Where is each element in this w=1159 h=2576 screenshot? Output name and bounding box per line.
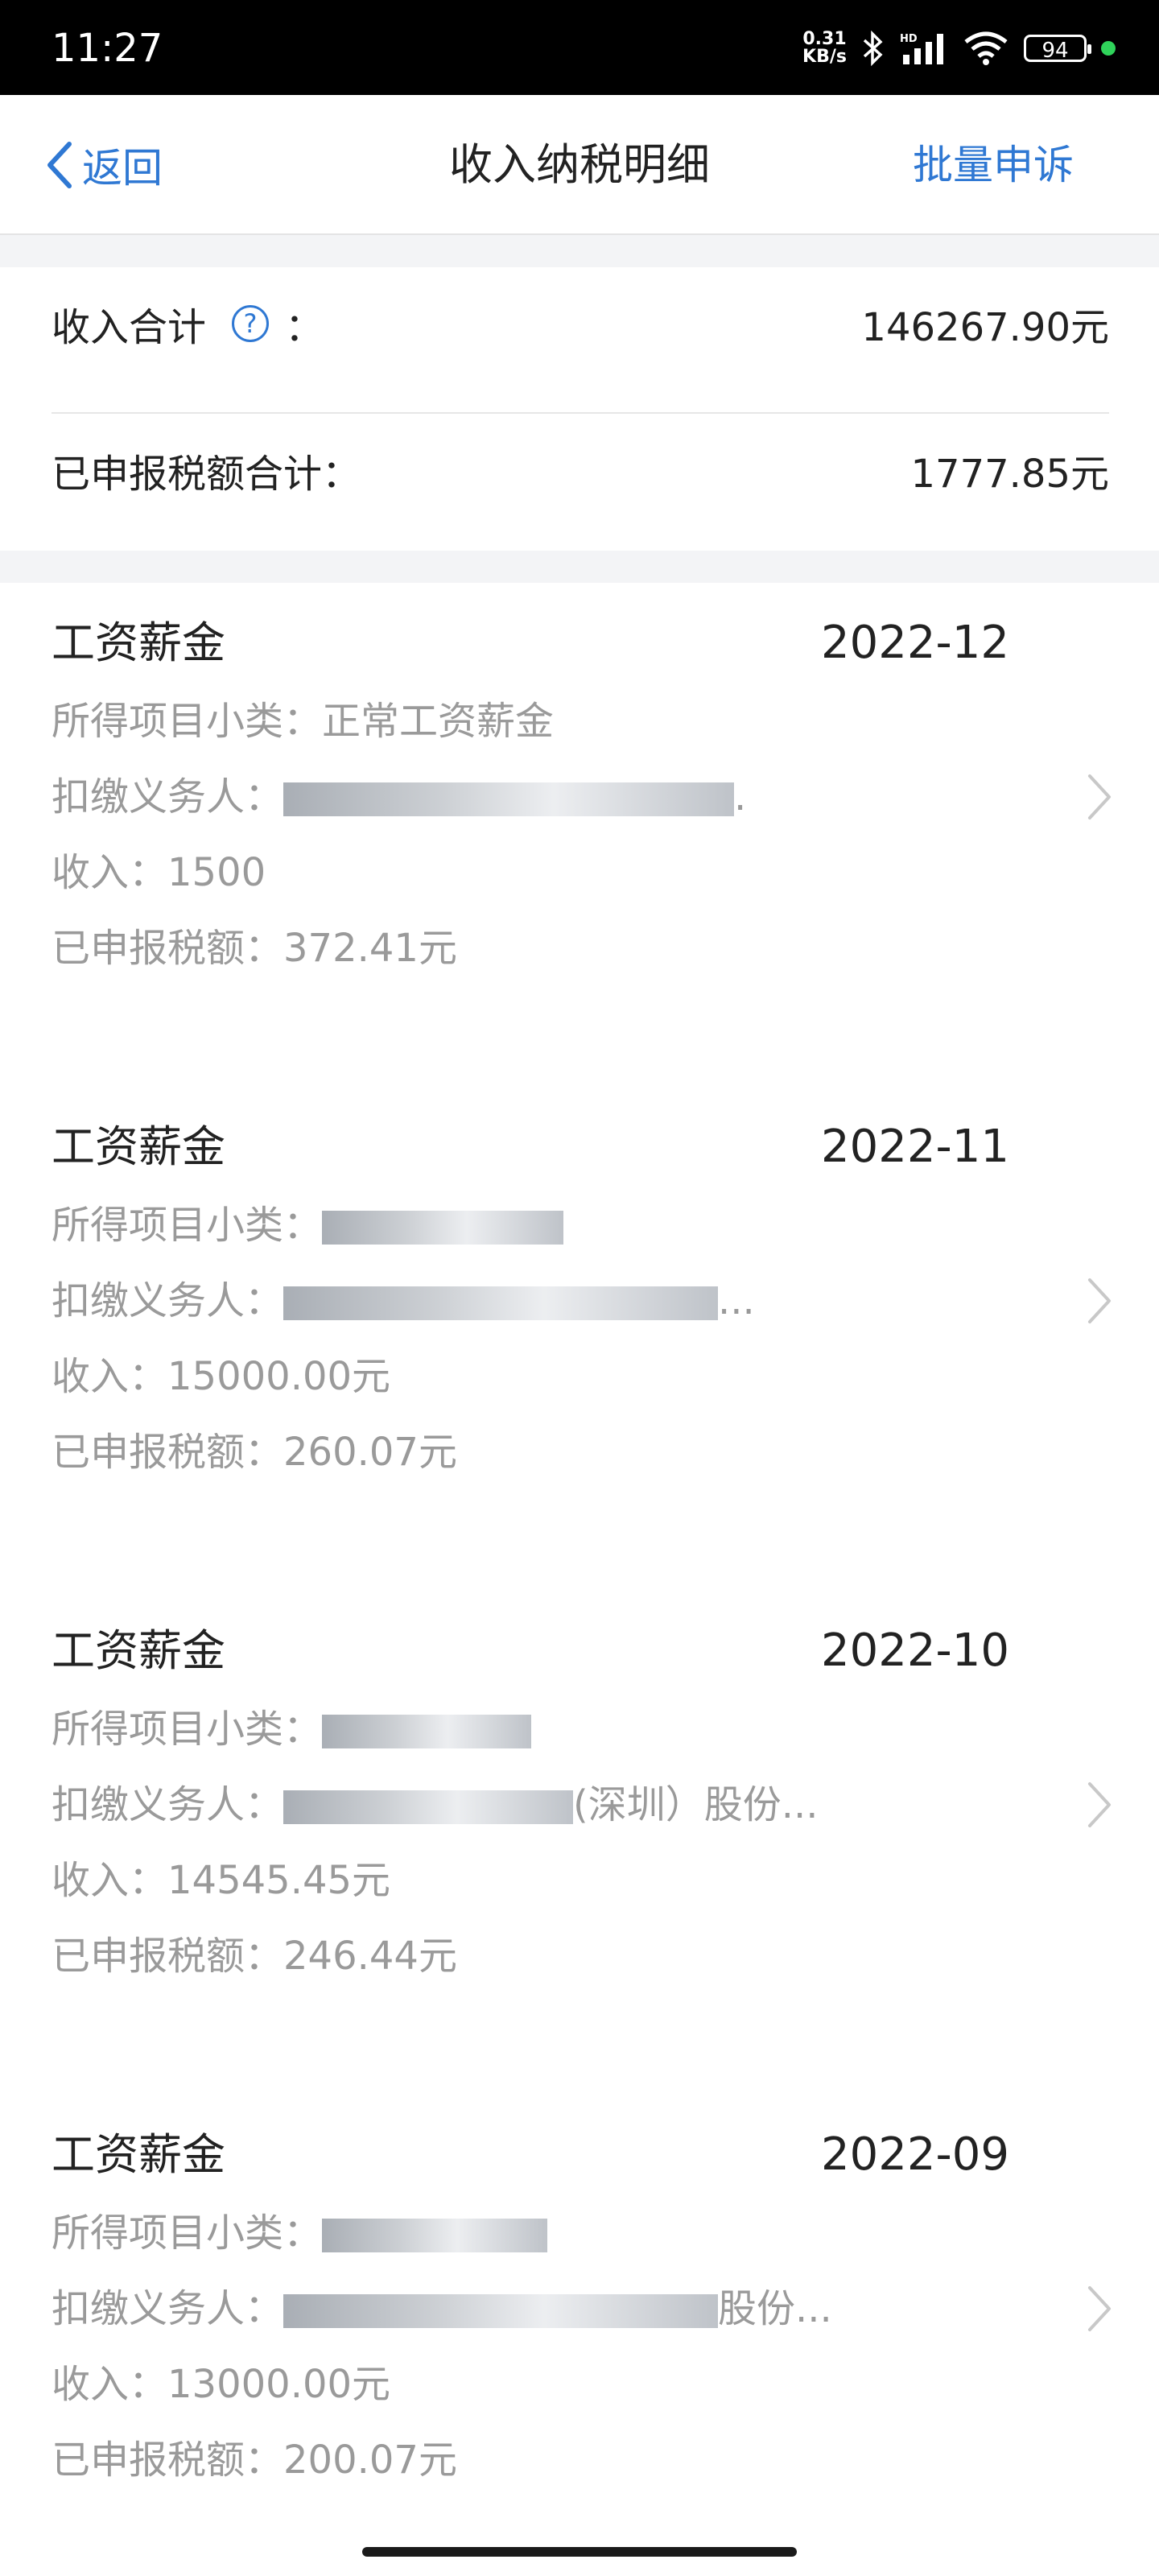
record-tax: 已申报税额：246.44元 bbox=[52, 1934, 457, 1979]
nav-bar: 返回 收入纳税明细 批量申诉 bbox=[0, 95, 1159, 235]
income-total-label: 收入合计 bbox=[52, 305, 207, 350]
record-subtype: 所得项目小类：正常工资薪金 bbox=[52, 699, 555, 744]
status-icons: 0.31 KB/s HD 94 bbox=[802, 24, 1116, 72]
privacy-dot-icon bbox=[1101, 41, 1116, 56]
record-income: 收入：13000.00元 bbox=[52, 2362, 391, 2407]
record-payer: 扣缴义务人： (深圳）股份... bbox=[52, 1782, 819, 1827]
section-divider bbox=[0, 235, 1159, 267]
chevron-right-icon bbox=[1088, 1782, 1111, 1827]
record-title: 工资薪金 bbox=[52, 617, 225, 668]
income-total-colon: ： bbox=[285, 305, 324, 350]
bluetooth-icon bbox=[863, 31, 883, 66]
tax-total-value: 1777.85元 bbox=[910, 452, 1110, 497]
record-income: 收入：1500 bbox=[52, 850, 266, 895]
record-tax: 已申报税额：260.07元 bbox=[52, 1430, 457, 1475]
batch-appeal-button[interactable]: 批量申诉 bbox=[913, 137, 1074, 193]
home-indicator[interactable] bbox=[362, 2547, 797, 2557]
record-date: 2022-10 bbox=[821, 1624, 1009, 1677]
income-total-row: 收入合计 ? ： 146267.90元 bbox=[52, 267, 1109, 380]
record-title: 工资薪金 bbox=[52, 1625, 225, 1676]
redacted-block bbox=[322, 1211, 564, 1245]
record-subtype: 所得项目小类： bbox=[52, 1201, 564, 1249]
income-record[interactable]: 工资薪金 2022-09 所得项目小类： 扣缴义务人： 股份... 收入：1300… bbox=[0, 2095, 1159, 2562]
record-income: 收入：14545.45元 bbox=[52, 1858, 391, 1903]
redacted-block bbox=[322, 1715, 532, 1748]
record-date: 2022-12 bbox=[821, 617, 1009, 669]
income-record[interactable]: 工资薪金 2022-11 所得项目小类： 扣缴义务人：... 收入：15000.… bbox=[0, 1087, 1159, 1554]
network-speed: 0.31 KB/s bbox=[802, 29, 847, 67]
record-tax: 已申报税额：372.41元 bbox=[52, 926, 457, 971]
status-bar: 11:27 0.31 KB/s HD 94 bbox=[0, 0, 1159, 95]
signal-icon: HD bbox=[900, 33, 943, 64]
record-title: 工资薪金 bbox=[52, 2129, 225, 2180]
help-icon[interactable]: ? bbox=[232, 305, 270, 342]
record-date: 2022-09 bbox=[821, 2128, 1009, 2181]
record-payer: 扣缴义务人：. bbox=[52, 774, 747, 819]
redacted-block bbox=[283, 2294, 719, 2328]
record-subtype: 所得项目小类： bbox=[52, 2209, 548, 2257]
tax-total-label: 已申报税额合计： bbox=[52, 452, 361, 497]
redacted-block bbox=[283, 782, 735, 816]
chevron-right-icon bbox=[1088, 774, 1111, 819]
record-income: 收入：15000.00元 bbox=[52, 1354, 391, 1399]
redacted-block bbox=[283, 1790, 574, 1824]
redacted-block bbox=[283, 1286, 719, 1320]
tax-total-row: 已申报税额合计： 1777.85元 bbox=[52, 414, 1109, 526]
status-time: 11:27 bbox=[52, 26, 163, 71]
redacted-block bbox=[322, 2219, 548, 2252]
chevron-right-icon bbox=[1088, 1278, 1111, 1323]
income-record[interactable]: 工资薪金 2022-12 所得项目小类：正常工资薪金 扣缴义务人：. 收入：15… bbox=[0, 583, 1159, 1050]
income-record[interactable]: 工资薪金 2022-10 所得项目小类： 扣缴义务人： (深圳）股份... 收入：… bbox=[0, 1591, 1159, 2058]
record-payer: 扣缴义务人：... bbox=[52, 1278, 755, 1323]
summary-panel: 收入合计 ? ： 146267.90元 已申报税额合计： 1777.85元 bbox=[0, 267, 1159, 551]
record-subtype: 所得项目小类： bbox=[52, 1705, 532, 1753]
section-divider bbox=[0, 551, 1159, 583]
chevron-right-icon bbox=[1088, 2286, 1111, 2331]
wifi-icon bbox=[964, 31, 1008, 65]
record-date: 2022-11 bbox=[821, 1121, 1009, 1173]
svg-text:HD: HD bbox=[900, 33, 918, 45]
record-title: 工资薪金 bbox=[52, 1121, 225, 1172]
record-tax: 已申报税额：200.07元 bbox=[52, 2438, 457, 2483]
income-total-value: 146267.90元 bbox=[861, 305, 1109, 350]
battery-indicator: 94 bbox=[1024, 35, 1091, 63]
record-payer: 扣缴义务人： 股份... bbox=[52, 2286, 832, 2331]
